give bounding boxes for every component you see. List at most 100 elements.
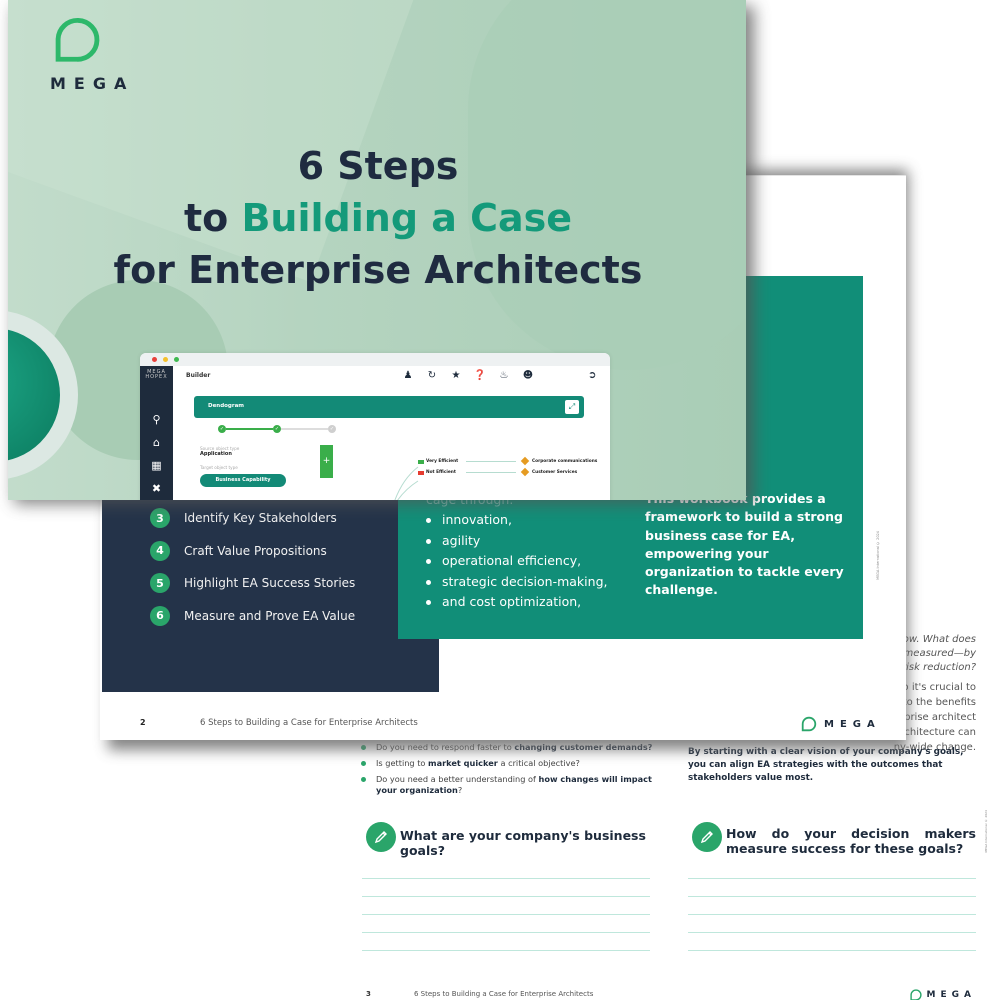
tree-leaf-label: Customer Services bbox=[532, 469, 578, 475]
bullet-bold: market quicker bbox=[428, 758, 498, 768]
step-item: 4 Craft Value Propositions bbox=[150, 535, 355, 568]
answer-line[interactable] bbox=[362, 896, 650, 897]
app-sidebar: MEGA HOPEX ⚲ ⌂ ▦ ✖ bbox=[140, 366, 173, 500]
tree-node-label: Not Efficient bbox=[426, 470, 456, 475]
paragraph-line: measured—by bbox=[903, 648, 976, 659]
paragraph-line: risk reduction? bbox=[902, 662, 976, 673]
paragraph-line: to the benefits bbox=[902, 697, 976, 708]
tools-icon: ✖ bbox=[151, 482, 162, 495]
dendogram-banner: Dendogram ⤢ bbox=[194, 396, 584, 418]
question-success-measure: How do your decision makers measure succ… bbox=[692, 822, 976, 856]
answer-line[interactable] bbox=[688, 932, 976, 933]
cover-title: 6 Steps to Building a Case for Enterpris… bbox=[8, 140, 746, 296]
stepper-line bbox=[281, 428, 328, 430]
answer-line[interactable] bbox=[688, 896, 976, 897]
question-text: What are your company's business goals? bbox=[400, 828, 646, 858]
minimize-dot bbox=[163, 357, 168, 362]
tree-leaf-label: Corporate communications bbox=[532, 458, 598, 464]
answer-line[interactable] bbox=[688, 950, 976, 951]
step-number: 4 bbox=[150, 540, 170, 561]
list-item: operational efficiency, bbox=[426, 551, 607, 572]
title-prefix: to bbox=[183, 196, 242, 240]
source-value: Application bbox=[200, 451, 232, 457]
page-number: 3 bbox=[366, 990, 371, 998]
paragraph-line: ow. What does bbox=[902, 634, 976, 645]
banner-title: Dendogram bbox=[208, 403, 245, 409]
mega-logo: MEGA bbox=[800, 715, 881, 733]
question-business-goals: What are your company's business goals? bbox=[366, 822, 656, 858]
mega-logo: MEGA bbox=[909, 988, 976, 1000]
bullet-item: Is getting to market quicker a critical … bbox=[358, 758, 658, 769]
mega-logo-icon bbox=[55, 17, 100, 62]
bullet-text: ? bbox=[457, 785, 463, 795]
step-label: Highlight EA Success Stories bbox=[184, 576, 356, 591]
home-icon: ⌂ bbox=[153, 436, 160, 449]
title-line: to Building a Case bbox=[8, 192, 746, 244]
tree-node: Not Efficient bbox=[418, 470, 456, 475]
answer-line[interactable] bbox=[362, 914, 650, 915]
list-item: innovation, bbox=[426, 510, 607, 531]
answer-line[interactable] bbox=[362, 878, 650, 879]
expand-icon: ⤢ bbox=[565, 400, 579, 414]
mega-logo-icon bbox=[909, 989, 922, 1000]
step-label: Craft Value Propositions bbox=[184, 543, 327, 558]
step-item: 6 Measure and Prove EA Value bbox=[150, 600, 355, 633]
diamond-icon bbox=[520, 456, 530, 466]
pencil-icon bbox=[692, 822, 722, 852]
mega-logo-text: MEGA bbox=[824, 718, 881, 730]
window-titlebar bbox=[140, 353, 610, 366]
benefits-list: innovation, agility operational efficiency… bbox=[426, 510, 607, 613]
page-number: 2 bbox=[140, 718, 146, 727]
copyright-note: MEGA International © 2024 bbox=[984, 810, 988, 853]
list-item: and cost optimization, bbox=[426, 592, 607, 613]
tree-node: Very Efficient bbox=[418, 459, 458, 464]
tree-node-label: Very Efficient bbox=[426, 459, 459, 464]
answer-line[interactable] bbox=[688, 878, 976, 879]
title-line: 6 Steps bbox=[297, 144, 459, 188]
flag-icon bbox=[418, 470, 424, 475]
app-screenshot: MEGA HOPEX ⚲ ⌂ ▦ ✖ Builder ♟ ↻ ★ ❓ ♨ ☻ ➲… bbox=[140, 353, 610, 500]
app-brand: MEGA HOPEX bbox=[145, 369, 168, 380]
step-item: 5 Highlight EA Success Stories bbox=[150, 567, 355, 600]
mega-logo-text: MEGA bbox=[50, 74, 135, 93]
bullet-item: Do you need a better understanding of ho… bbox=[358, 774, 658, 796]
star-icon: ★ bbox=[451, 370, 461, 381]
step-label: Measure and Prove EA Value bbox=[184, 608, 356, 623]
help-icon: ❓ bbox=[473, 370, 487, 381]
step-number: 6 bbox=[150, 605, 170, 626]
step-number: 3 bbox=[150, 508, 170, 529]
cover-page: MEGA 6 Steps to Building a Case for Ente… bbox=[8, 0, 746, 500]
bullet-text: a critical objective? bbox=[497, 758, 580, 768]
page3-align-text: By starting with a clear vision of your … bbox=[688, 747, 964, 783]
bullet-text: Do you need a better understanding of bbox=[376, 774, 539, 784]
list-item: agility bbox=[426, 531, 607, 552]
step-label: Identify Key Stakeholders bbox=[184, 511, 337, 526]
pencil-icon bbox=[366, 822, 396, 852]
tree-leaf: Corporate communications bbox=[520, 456, 598, 466]
tree-connector bbox=[466, 461, 516, 462]
answer-lines-left[interactable] bbox=[362, 878, 650, 968]
title-accent: Building a Case bbox=[241, 196, 573, 240]
step-number: 5 bbox=[150, 573, 170, 594]
tree-leaf: Customer Services bbox=[520, 467, 578, 477]
answer-line[interactable] bbox=[362, 950, 650, 951]
title-line: for Enterprise Architects bbox=[113, 248, 643, 292]
app-header-title: Builder bbox=[186, 372, 211, 379]
tree-connector bbox=[394, 466, 419, 500]
answer-line[interactable] bbox=[362, 932, 650, 933]
flag-icon bbox=[418, 459, 424, 464]
answer-lines-right[interactable] bbox=[688, 878, 976, 968]
diamond-icon bbox=[520, 467, 530, 477]
progress-stepper: ✓ ✓ ✓ bbox=[218, 425, 336, 433]
target-label: Target object type bbox=[200, 465, 238, 470]
app-toolbar: ♟ ↻ ★ ❓ ♨ ☻ bbox=[396, 370, 540, 381]
object-type-form: Source object type Application Target ob… bbox=[200, 446, 312, 500]
paragraph-line: o it's crucial to bbox=[902, 682, 976, 693]
answer-line[interactable] bbox=[688, 914, 976, 915]
tree-connector bbox=[466, 472, 516, 473]
mega-logo: MEGA bbox=[50, 12, 134, 93]
steps-list: 3 Identify Key Stakeholders 4 Craft Value P… bbox=[150, 502, 355, 632]
bullet-text: Is getting to bbox=[376, 758, 429, 768]
close-dot bbox=[152, 357, 157, 362]
add-button: + bbox=[320, 445, 333, 478]
